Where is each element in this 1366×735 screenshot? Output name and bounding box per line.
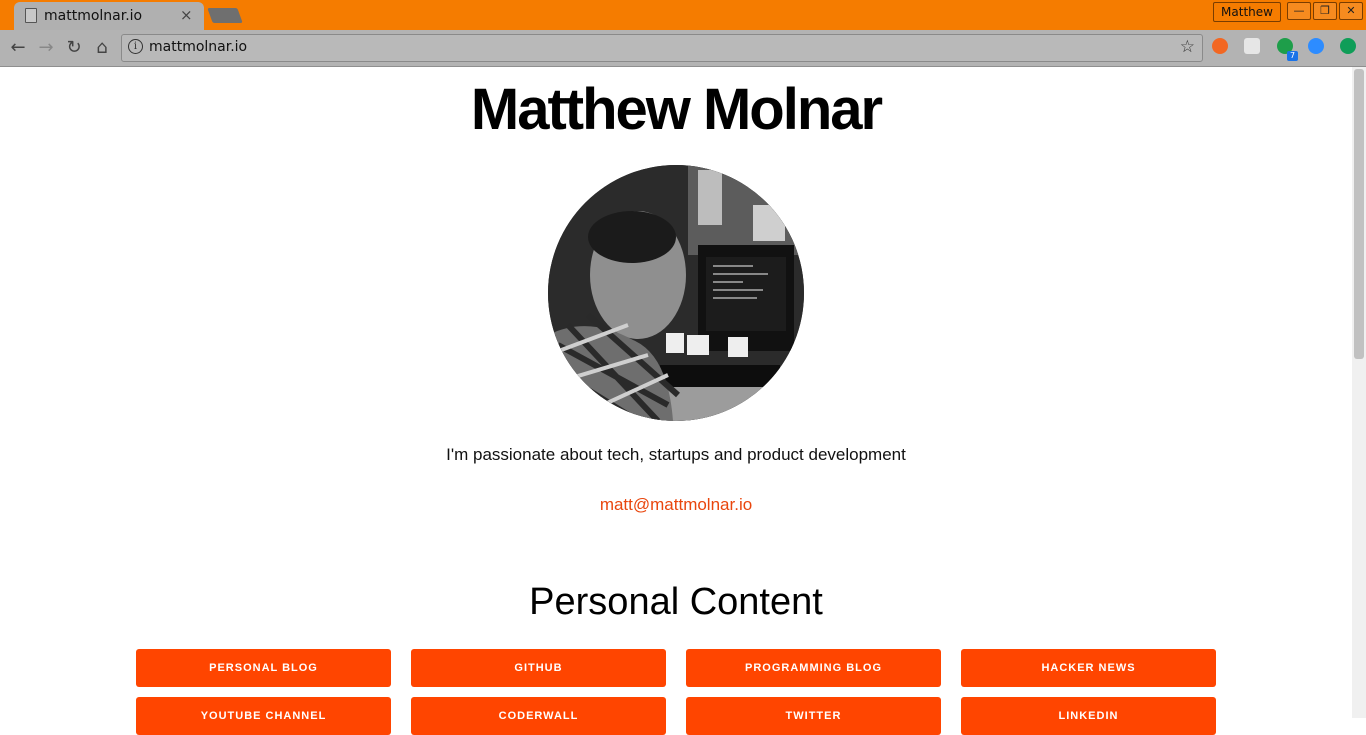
hacker-news-button[interactable]: HACKER NEWS bbox=[961, 649, 1216, 687]
new-tab-button[interactable] bbox=[207, 8, 243, 23]
forward-icon[interactable]: → bbox=[35, 37, 57, 59]
scrollbar-thumb[interactable] bbox=[1354, 69, 1364, 359]
github-button[interactable]: GITHUB bbox=[411, 649, 666, 687]
profile-button[interactable]: Matthew bbox=[1213, 2, 1281, 22]
programming-blog-button[interactable]: PROGRAMMING BLOG bbox=[686, 649, 941, 687]
scrollbar[interactable] bbox=[1352, 67, 1366, 718]
page-content: Matthew Molnar I'm passionate about tech… bbox=[0, 67, 1352, 735]
browser-toolbar: ← → ↻ ⌂ i mattmolnar.io ☆ bbox=[0, 30, 1366, 67]
coderwall-button[interactable]: CODERWALL bbox=[411, 697, 666, 735]
site-info-icon[interactable]: i bbox=[128, 39, 143, 54]
browser-titlebar: mattmolnar.io × Matthew — ❐ ✕ bbox=[0, 0, 1366, 30]
tagline: I'm passionate about tech, startups and … bbox=[446, 445, 906, 464]
restore-icon[interactable]: ❐ bbox=[1313, 2, 1337, 20]
extension-badge: 7 bbox=[1287, 51, 1298, 61]
home-icon[interactable]: ⌂ bbox=[91, 37, 113, 59]
address-url[interactable]: mattmolnar.io bbox=[149, 39, 247, 55]
extension-icon[interactable] bbox=[1244, 38, 1260, 54]
tab-close-icon[interactable]: × bbox=[180, 6, 193, 24]
minimize-icon[interactable]: — bbox=[1287, 2, 1311, 20]
section-title: Personal Content bbox=[529, 581, 823, 623]
tab-title: mattmolnar.io bbox=[44, 8, 143, 24]
avatar-photo bbox=[548, 165, 804, 421]
bookmark-star-icon[interactable]: ☆ bbox=[1180, 37, 1195, 57]
back-icon[interactable]: ← bbox=[7, 37, 29, 59]
twitter-button[interactable]: TWITTER bbox=[686, 697, 941, 735]
email-link[interactable]: matt@mattmolnar.io bbox=[0, 495, 1352, 515]
reload-icon[interactable]: ↻ bbox=[63, 37, 85, 59]
extension-icon[interactable] bbox=[1212, 38, 1228, 54]
extension-icon[interactable] bbox=[1340, 38, 1356, 54]
address-bar[interactable]: i mattmolnar.io ☆ bbox=[121, 34, 1203, 62]
page-icon bbox=[25, 8, 37, 23]
linkedin-button[interactable]: LINKEDIN bbox=[961, 697, 1216, 735]
youtube-channel-button[interactable]: YOUTUBE CHANNEL bbox=[136, 697, 391, 735]
extension-icon[interactable] bbox=[1308, 38, 1324, 54]
close-window-icon[interactable]: ✕ bbox=[1339, 2, 1363, 20]
avatar bbox=[548, 165, 804, 421]
personal-blog-button[interactable]: PERSONAL BLOG bbox=[136, 649, 391, 687]
page-title: Matthew Molnar bbox=[470, 77, 883, 142]
browser-tab[interactable]: mattmolnar.io × bbox=[14, 2, 204, 30]
